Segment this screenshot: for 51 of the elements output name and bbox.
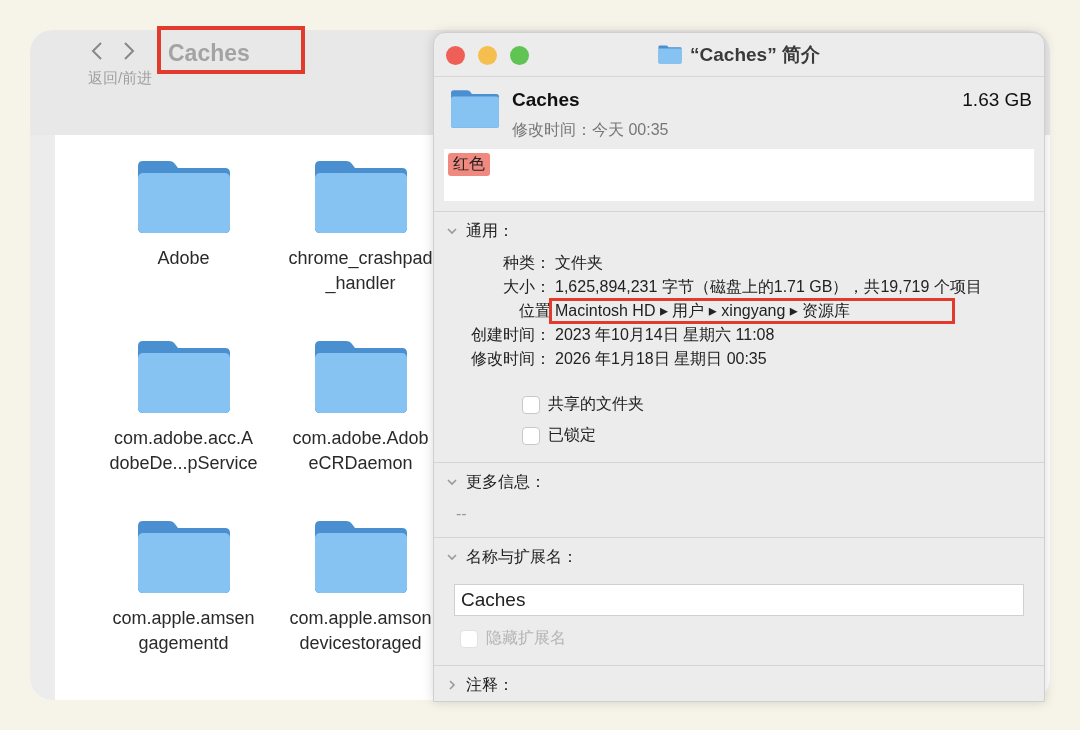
folder-name[interactable]: chrome_crashpad _handler — [288, 246, 433, 296]
info-label: 大小： — [502, 277, 551, 297]
section-title[interactable]: 名称与扩展名： — [466, 546, 578, 568]
folder-icon — [658, 45, 683, 64]
info-value: Macintosh HD ▸ 用户 ▸ xingyang ▸ 资源库 — [551, 300, 953, 322]
name-field[interactable]: Caches — [454, 584, 1024, 616]
disclosure-chevron-icon[interactable] — [446, 551, 458, 563]
section-title[interactable]: 注释： — [466, 674, 514, 696]
folder-icon — [135, 160, 232, 234]
info-label: 种类： — [502, 253, 551, 273]
info-value: 文件夹 — [554, 253, 604, 273]
folder-icon — [312, 160, 409, 234]
info-value: 2026 年1月18日 星期日 00:35 — [554, 349, 768, 369]
minimize-button[interactable] — [478, 46, 497, 65]
checkbox[interactable] — [522, 395, 540, 414]
checkbox[interactable] — [522, 426, 540, 445]
item-size: 1.63 GB — [962, 89, 1032, 112]
folder-name[interactable]: Adobe — [157, 246, 210, 271]
info-label: 创建时间： — [470, 325, 551, 345]
zoom-button[interactable] — [510, 46, 529, 65]
item-name: Caches — [512, 89, 581, 111]
modified-date: 修改时间：今天 00:35 — [512, 120, 669, 140]
nav-caption: 返回/前进 — [88, 69, 154, 88]
info-label: 位置 — [518, 301, 551, 321]
checkbox-label: 已锁定 — [548, 425, 596, 445]
tag: 红色 — [448, 153, 490, 176]
checkbox-label: 共享的文件夹 — [548, 394, 644, 414]
folder-icon — [135, 520, 232, 594]
folder-title: Caches — [168, 40, 250, 67]
chevron-left-icon — [90, 40, 104, 61]
disclosure-chevron-icon[interactable] — [446, 476, 458, 488]
info-label: 修改时间： — [470, 349, 551, 369]
folder-name[interactable]: com.adobe.Adob eCRDaemon — [292, 426, 429, 476]
folder-icon — [450, 89, 500, 129]
folder-name[interactable]: com.apple.amson devicestoraged — [289, 606, 432, 656]
empty-value: -- — [456, 505, 468, 523]
info-value: 2023 年10月14日 星期六 11:08 — [554, 325, 776, 345]
folder-icon — [312, 520, 409, 594]
folder-icon — [312, 340, 409, 414]
disclosure-chevron-icon[interactable] — [446, 679, 458, 691]
section-title[interactable]: 更多信息： — [466, 471, 546, 493]
section-title[interactable]: 通用： — [466, 220, 514, 242]
window-title: “Caches” 简介 — [690, 42, 820, 67]
tags-field[interactable]: 红色 — [444, 149, 1034, 201]
folder-name[interactable]: com.adobe.acc.A dobeDe...pService — [109, 426, 258, 476]
folder-icon — [135, 340, 232, 414]
folder-name[interactable]: com.apple.amsen gagementd — [112, 606, 255, 656]
info-value: 1,625,894,231 字节（磁盘上的1.71 GB），共19,719 个项目 — [554, 277, 983, 297]
disclosure-chevron-icon[interactable] — [446, 225, 458, 237]
chevron-right-icon — [122, 40, 136, 61]
close-button[interactable] — [446, 46, 465, 65]
